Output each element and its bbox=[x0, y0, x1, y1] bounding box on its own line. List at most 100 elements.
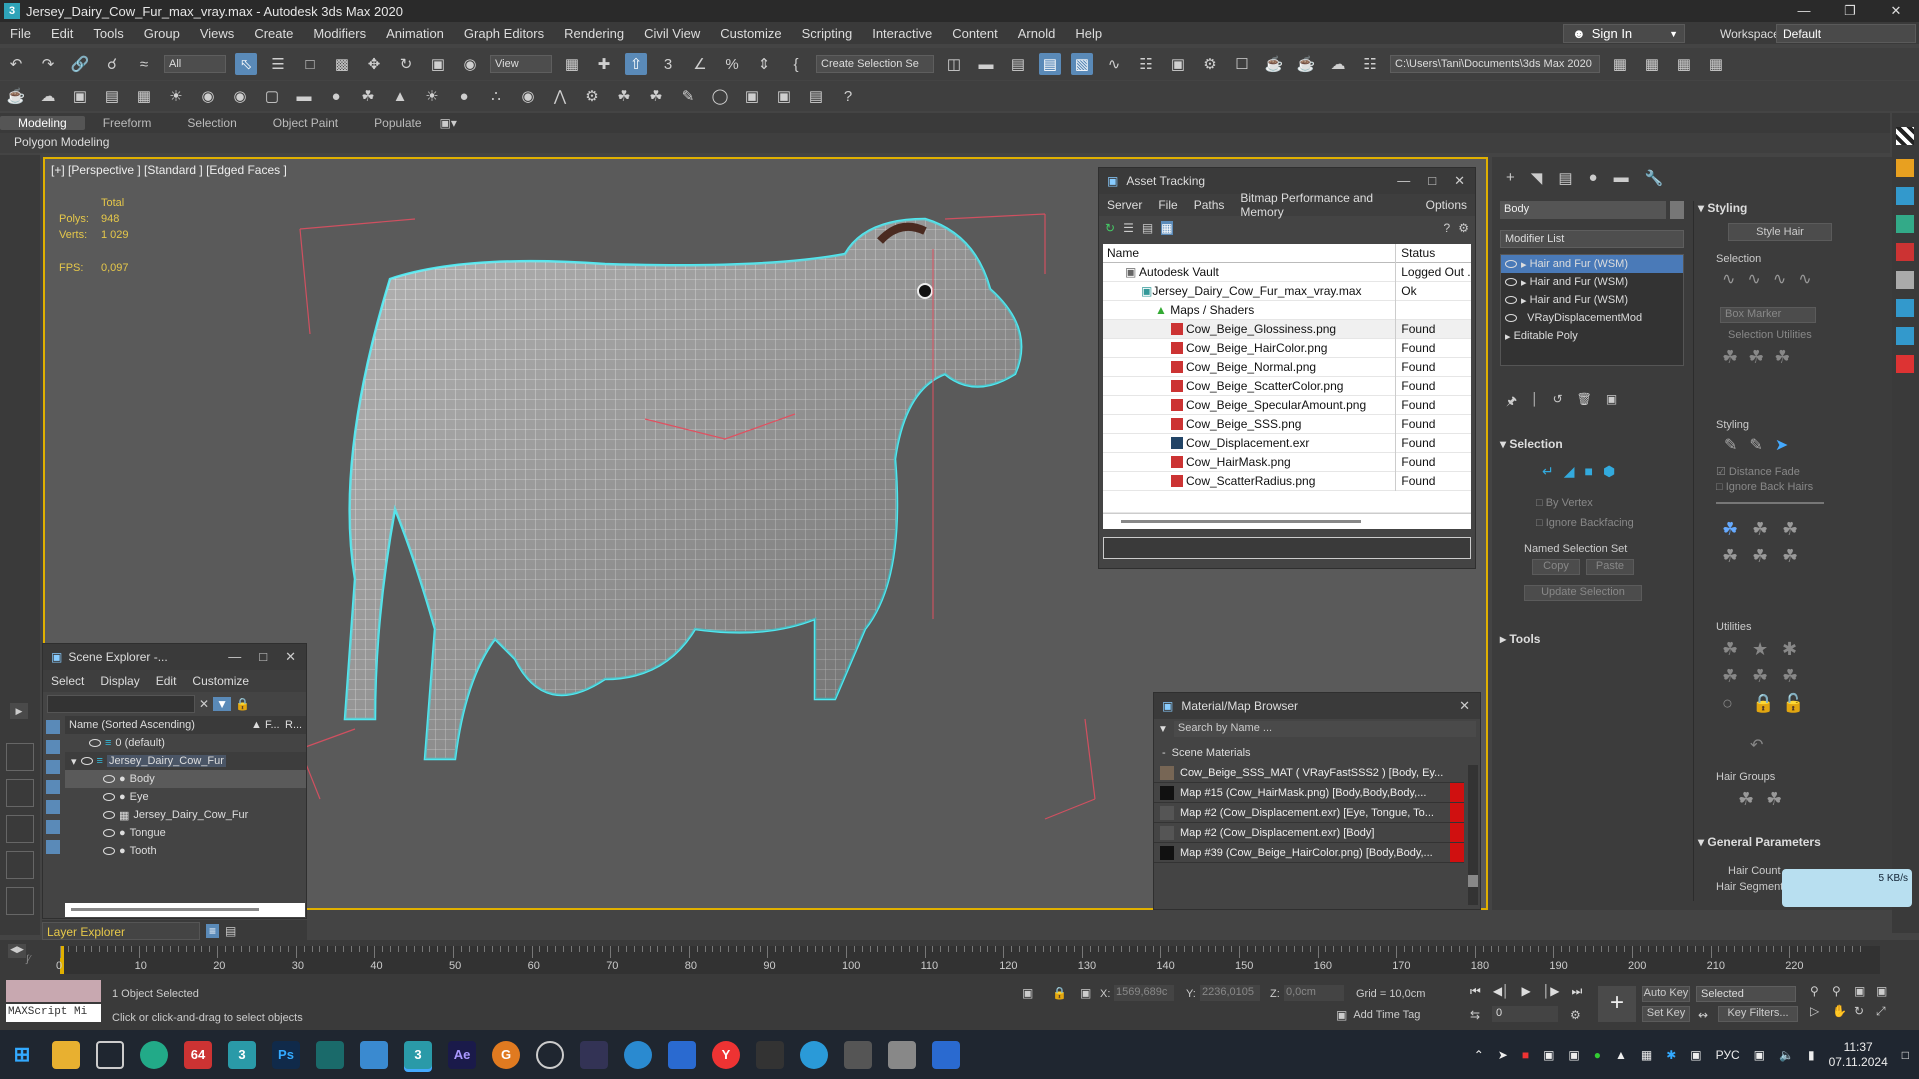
object-name-field[interactable]: Body bbox=[1500, 201, 1666, 219]
isolate-icon[interactable]: ▣ bbox=[1022, 986, 1033, 1000]
maxscript-input[interactable]: MAXScript Mi bbox=[6, 1004, 101, 1022]
filter-shapes-icon[interactable] bbox=[46, 740, 60, 754]
sign-in-button[interactable]: ☻ Sign In ▼ bbox=[1563, 24, 1685, 43]
hair-utility-icon[interactable]: ☘ bbox=[1782, 666, 1806, 687]
maximize-icon[interactable]: □ bbox=[1428, 173, 1436, 189]
menu-animation[interactable]: Animation bbox=[376, 26, 454, 41]
menu-scripting[interactable]: Scripting bbox=[792, 26, 863, 41]
plugin-icon[interactable] bbox=[1896, 187, 1914, 205]
tray-app-icon[interactable]: ▣ bbox=[1568, 1048, 1579, 1062]
file-explorer-icon[interactable] bbox=[52, 1040, 80, 1069]
bind-space-warp-icon[interactable]: ≈ bbox=[133, 53, 155, 75]
minimize-icon[interactable]: — bbox=[1781, 3, 1827, 19]
maximize-icon[interactable]: ❐ bbox=[1827, 3, 1873, 19]
close-icon[interactable]: ✕ bbox=[1459, 698, 1470, 714]
render-setup-icon[interactable]: ⚙ bbox=[1199, 53, 1221, 75]
asset-menu-file[interactable]: File bbox=[1150, 198, 1185, 212]
asset-menu-paths[interactable]: Paths bbox=[1186, 198, 1233, 212]
table-row[interactable]: Cow_Beige_SSS.png Found bbox=[1103, 414, 1471, 434]
eye-icon[interactable] bbox=[89, 739, 101, 747]
list-item[interactable]: Map #2 (Cow_Displacement.exr) [Eye, Tong… bbox=[1154, 803, 1464, 823]
menu-civil-view[interactable]: Civil View bbox=[634, 26, 710, 41]
list-item[interactable]: Map #15 (Cow_HairMask.png) [Body,Body,Bo… bbox=[1154, 783, 1464, 803]
stack-item[interactable]: VRayDisplacementMod bbox=[1501, 309, 1683, 327]
tray-app-icon[interactable]: ■ bbox=[1522, 1048, 1529, 1062]
project-folder-icon[interactable]: ▦ bbox=[1609, 53, 1631, 75]
list-item[interactable]: ● Eye bbox=[65, 788, 306, 806]
key-filters-button[interactable]: Key Filters... bbox=[1718, 1006, 1798, 1022]
close-icon[interactable]: ✕ bbox=[1873, 3, 1919, 19]
modify-tab-icon[interactable]: ◥ bbox=[1531, 169, 1543, 187]
scene-menu-select[interactable]: Select bbox=[43, 674, 92, 688]
app-icon[interactable] bbox=[316, 1040, 344, 1069]
chevron-down-icon[interactable]: ▼ bbox=[1158, 724, 1168, 735]
column-freeze[interactable]: ▲ F... bbox=[251, 719, 285, 731]
spinner-snap-icon[interactable]: ⇕ bbox=[753, 53, 775, 75]
table-row[interactable]: Cow_Beige_Normal.png Found bbox=[1103, 357, 1471, 377]
tray-expand-icon[interactable]: ⌃ bbox=[1474, 1048, 1484, 1062]
telegram-icon[interactable] bbox=[800, 1040, 828, 1069]
plugin-icon[interactable] bbox=[1896, 355, 1914, 373]
eye-icon[interactable] bbox=[103, 811, 115, 819]
go-end-icon[interactable]: ⏭ bbox=[1572, 984, 1583, 999]
minimize-icon[interactable]: — bbox=[228, 649, 241, 665]
stack-item[interactable]: ▸ Hair and Fur (WSM) bbox=[1501, 291, 1683, 309]
calculator-icon[interactable] bbox=[844, 1040, 872, 1069]
filter-cameras-icon[interactable] bbox=[46, 780, 60, 794]
time-ruler[interactable]: 0 10 20 30 40 50 60 70 80 90 100 110 120 130 140 150 160… bbox=[56, 946, 1880, 974]
layout-tab-icon[interactable] bbox=[6, 851, 34, 879]
menu-interactive[interactable]: Interactive bbox=[862, 26, 942, 41]
list-item[interactable]: ▦ Jersey_Dairy_Cow_Fur bbox=[65, 806, 306, 824]
curve-editor-icon[interactable]: ∿ bbox=[1103, 53, 1125, 75]
scene-explorer-titlebar[interactable]: ▣ Scene Explorer -... — □ ✕ bbox=[43, 644, 306, 670]
scene-menu-display[interactable]: Display bbox=[92, 674, 147, 688]
fur-icon[interactable]: ☘ bbox=[613, 85, 635, 107]
list-item[interactable]: ● Body bbox=[65, 770, 306, 788]
render-frame-icon[interactable]: ☐ bbox=[1231, 53, 1253, 75]
bluetooth-icon[interactable]: ✱ bbox=[1666, 1048, 1676, 1062]
window-crossing-icon[interactable]: ▩ bbox=[331, 53, 353, 75]
asset-menu-server[interactable]: Server bbox=[1099, 198, 1150, 212]
table-row[interactable]: Cow_HairMask.png Found bbox=[1103, 452, 1471, 472]
configure-sets-icon[interactable]: ▣ bbox=[1606, 392, 1617, 413]
particles-icon[interactable]: ∴ bbox=[485, 85, 507, 107]
play-icon[interactable]: ▶ bbox=[1522, 984, 1531, 999]
list-item[interactable]: ≡ 0 (default) bbox=[65, 734, 306, 752]
modifier-list-dropdown[interactable]: Modifier List bbox=[1500, 230, 1684, 248]
clock[interactable]: 11:37 07.11.2024 bbox=[1829, 1040, 1888, 1070]
hair-brush-icon[interactable]: ☘ bbox=[1722, 546, 1746, 567]
hair-select-icon[interactable]: ∿ bbox=[1798, 269, 1811, 289]
hair-utility-icon[interactable]: ★ bbox=[1752, 639, 1776, 660]
layout-tab-icon[interactable] bbox=[6, 887, 34, 915]
render-icon[interactable]: ☕ bbox=[1263, 53, 1285, 75]
scale-icon[interactable]: ▣ bbox=[427, 53, 449, 75]
face-icon[interactable]: ◢ bbox=[1564, 463, 1575, 480]
list-icon[interactable]: ☰ bbox=[1123, 221, 1134, 235]
by-vertex-checkbox[interactable]: □ By Vertex bbox=[1536, 497, 1593, 509]
plugin-icon[interactable] bbox=[1896, 327, 1914, 345]
column-name[interactable]: Name bbox=[1103, 243, 1397, 263]
scrollbar-thumb[interactable] bbox=[1468, 875, 1478, 887]
eye-icon[interactable] bbox=[1505, 260, 1517, 268]
rect-selection-icon[interactable]: □ bbox=[299, 53, 321, 75]
menu-file[interactable]: File bbox=[0, 26, 41, 41]
eye-icon[interactable] bbox=[103, 793, 115, 801]
close-icon[interactable]: ✕ bbox=[285, 649, 296, 665]
key-mode-toggle-icon[interactable]: ↭ bbox=[1698, 1008, 1708, 1022]
plane-icon[interactable]: ▬ bbox=[293, 85, 315, 107]
play-icon[interactable]: ▶ bbox=[10, 703, 28, 719]
vray-frame-icon[interactable]: ▣ bbox=[773, 85, 795, 107]
menu-group[interactable]: Group bbox=[134, 26, 190, 41]
photoshop-icon[interactable]: Ps bbox=[272, 1040, 300, 1069]
tray-app-icon[interactable]: ▲ bbox=[1615, 1048, 1627, 1062]
refresh-icon[interactable]: ↻ bbox=[1105, 221, 1115, 235]
box-icon[interactable]: ▢ bbox=[261, 85, 283, 107]
list-item[interactable]: Map #39 (Cow_Beige_HairColor.png) [Body,… bbox=[1154, 843, 1464, 863]
cone-icon[interactable]: ▲ bbox=[389, 85, 411, 107]
current-frame-field[interactable]: 0 bbox=[1492, 1006, 1558, 1022]
layer-manager-icon[interactable]: ▤ bbox=[1007, 53, 1029, 75]
maximize-viewport-icon[interactable]: ⤢ bbox=[1876, 1004, 1898, 1019]
split-group-icon[interactable]: ☘ bbox=[1738, 789, 1754, 810]
telegram-tray-icon[interactable]: ➤ bbox=[1498, 1048, 1508, 1062]
eye-icon[interactable] bbox=[1505, 296, 1517, 304]
